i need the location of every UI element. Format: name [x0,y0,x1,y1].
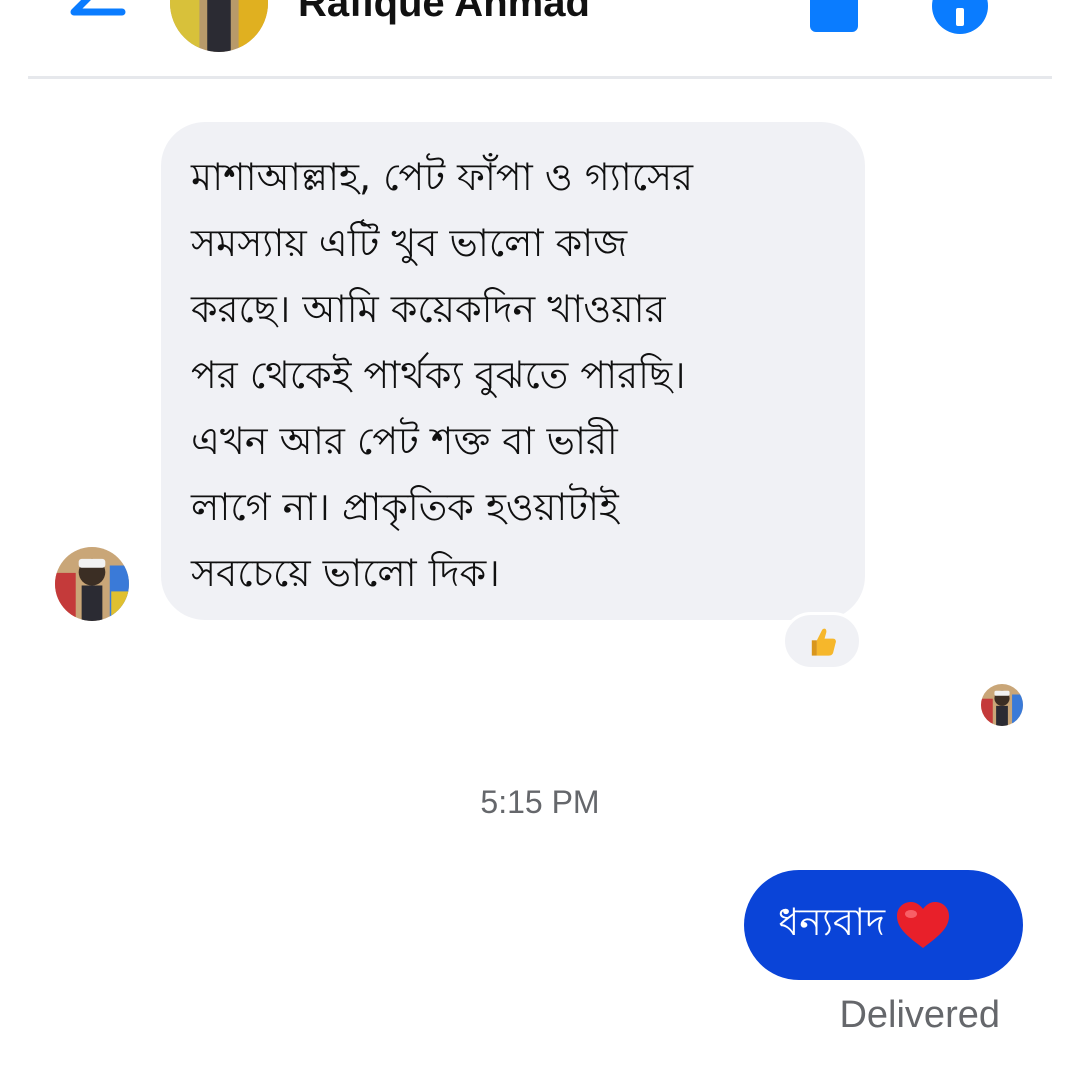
heart-icon [897,902,950,948]
avatar-photo [55,547,129,621]
message-line: পর থেকেই পার্থক্য বুঝতে পারছি। [191,353,686,397]
message-line: সমস্যায় এটি খুব ভালো কাজ [191,221,628,265]
chat-header: Rafique Ahmad [0,0,1080,78]
arrow-left-icon [70,0,126,16]
call-button[interactable] [810,0,858,32]
contact-avatar[interactable] [170,0,268,52]
seen-avatar [981,684,1023,726]
contact-name[interactable]: Rafique Ahmad [298,0,590,28]
message-line: লাগে না। প্রাকৃতিক হওয়াটাই [191,485,619,529]
reaction-badge[interactable] [782,612,862,670]
info-button[interactable] [932,0,988,34]
back-button[interactable] [64,0,134,30]
avatar-photo [170,0,268,52]
sender-avatar[interactable] [55,547,129,621]
message-line: করছে। আমি কয়েকদিন খাওয়ার [191,287,666,331]
incoming-message-bubble[interactable]: মাশাআল্লাহ, পেট ফাঁপা ও গ্যাসের সমস্যায়… [161,122,865,620]
thumbs-up-icon [811,628,836,656]
header-divider [28,76,1052,79]
message-timestamp: 5:15 PM [480,784,600,820]
avatar-photo [981,684,1023,726]
info-icon [956,8,964,26]
message-line: এখন আর পেট শক্ত বা ভারী [191,419,618,463]
delivery-status: Delivered [839,994,1000,1036]
outgoing-message-text: ধন্যবাদ [778,900,886,944]
outgoing-message-bubble[interactable]: ধন্যবাদ [744,870,1023,980]
message-line: সবচেয়ে ভালো দিক। [191,551,500,595]
message-line: মাশাআল্লাহ, পেট ফাঁপা ও গ্যাসের [191,155,694,199]
